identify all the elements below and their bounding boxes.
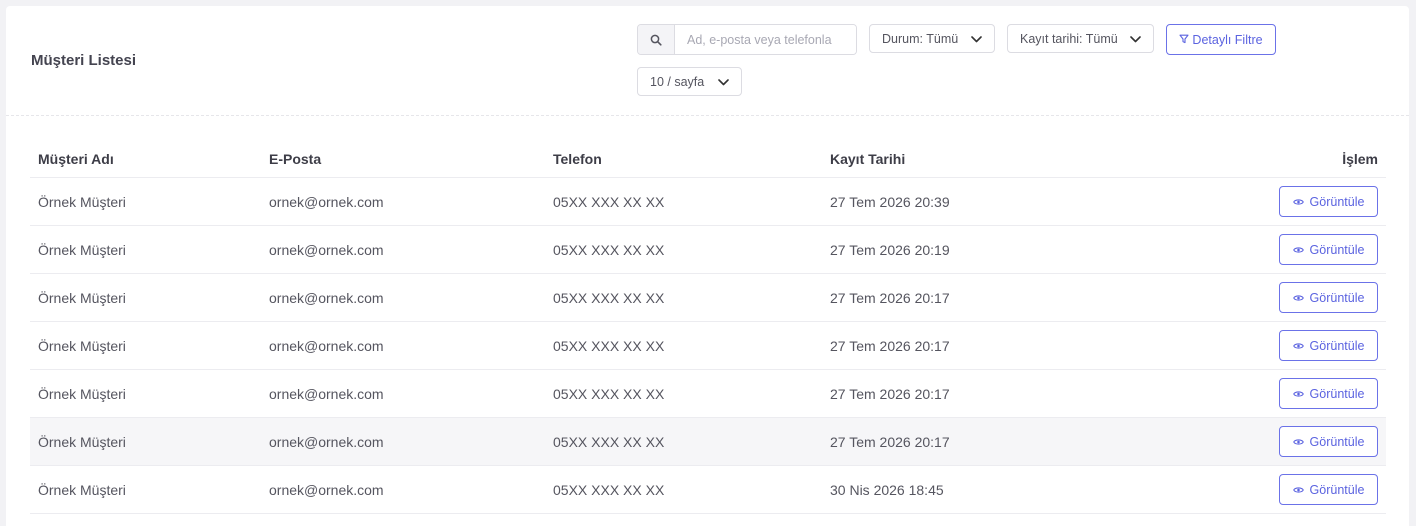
eye-icon [1292, 387, 1304, 401]
column-header-email: E-Posta [261, 140, 545, 178]
table-row: Örnek Müşteri ornek@ornek.com 05XX XXX XX … [30, 465, 1386, 514]
view-button-label: Görüntüle [1309, 242, 1365, 257]
status-filter-value: Durum: Tümü [882, 31, 959, 46]
customer-date-cell: 27 Tem 2026 20:39 [822, 177, 1138, 226]
date-filter-select[interactable]: Kayıt tarihi: Tümü [1007, 24, 1154, 53]
customer-list-card: Müşteri Listesi Durum: Tümü Kayıt tarihi… [6, 6, 1409, 526]
search-icon [638, 25, 675, 54]
eye-icon [1292, 243, 1304, 257]
customer-date-cell: 27 Tem 2026 20:17 [822, 273, 1138, 322]
search-box [637, 24, 857, 55]
customer-email-cell: ornek@ornek.com [261, 321, 545, 370]
action-cell: Görüntüle [1138, 417, 1386, 466]
column-header-name: Müşteri Adı [30, 140, 261, 178]
customer-name-cell: Örnek Müşteri [30, 177, 261, 226]
chevron-down-icon [718, 75, 729, 89]
customer-email-cell: ornek@ornek.com [261, 225, 545, 274]
date-filter-value: Kayıt tarihi: Tümü [1020, 31, 1118, 46]
detailed-filter-label: Detaylı Filtre [1192, 32, 1263, 47]
table-row: Örnek Müşteri ornek@ornek.com 05XX XXX XX … [30, 321, 1386, 370]
view-button[interactable]: Görüntüle [1279, 282, 1378, 313]
customer-phone-cell: 05XX XXX XX XX [545, 369, 822, 418]
column-header-phone: Telefon [545, 140, 822, 178]
view-button[interactable]: Görüntüle [1279, 234, 1378, 265]
customer-phone-cell: 05XX XXX XX XX [545, 321, 822, 370]
customer-phone-cell: 05XX XXX XX XX [545, 417, 822, 466]
page-size-value: 10 / sayfa [650, 74, 705, 89]
table-row: Örnek Müşteri ornek@ornek.com 05XX XXX XX … [30, 177, 1386, 226]
filter-icon [1179, 33, 1189, 47]
table-header-row: Müşteri Adı E-Posta Telefon Kayıt Tarihi… [30, 140, 1386, 178]
chevron-down-icon [1130, 32, 1141, 46]
chevron-down-icon [971, 32, 982, 46]
action-cell: Görüntüle [1138, 321, 1386, 370]
search-input[interactable] [675, 25, 856, 54]
table-row: Örnek Müşteri ornek@ornek.com 05XX XXX XX … [30, 273, 1386, 322]
view-button-label: Görüntüle [1309, 434, 1365, 449]
view-button-label: Görüntüle [1309, 290, 1365, 305]
customer-name-cell: Örnek Müşteri [30, 465, 261, 514]
customer-name-cell: Örnek Müşteri [30, 225, 261, 274]
column-header-date: Kayıt Tarihi [822, 140, 1138, 178]
eye-icon [1292, 435, 1304, 449]
view-button-label: Görüntüle [1309, 338, 1365, 353]
action-cell: Görüntüle [1138, 369, 1386, 418]
table-row: Örnek Müşteri ornek@ornek.com 05XX XXX XX … [30, 369, 1386, 418]
table-row: Örnek Müşteri ornek@ornek.com 05XX XXX XX … [30, 417, 1386, 466]
eye-icon [1292, 291, 1304, 305]
action-cell: Görüntüle [1138, 465, 1386, 514]
view-button-label: Görüntüle [1309, 482, 1365, 497]
customer-email-cell: ornek@ornek.com [261, 417, 545, 466]
customer-date-cell: 27 Tem 2026 20:17 [822, 417, 1138, 466]
table-row: Örnek Müşteri ornek@ornek.com 05XX XXX XX … [30, 225, 1386, 274]
customer-phone-cell: 05XX XXX XX XX [545, 273, 822, 322]
view-button[interactable]: Görüntüle [1279, 378, 1378, 409]
customer-name-cell: Örnek Müşteri [30, 369, 261, 418]
action-cell: Görüntüle [1138, 225, 1386, 274]
customer-name-cell: Örnek Müşteri [30, 321, 261, 370]
customer-name-cell: Örnek Müşteri [30, 417, 261, 466]
action-cell: Görüntüle [1138, 273, 1386, 322]
customer-name-cell: Örnek Müşteri [30, 273, 261, 322]
eye-icon [1292, 483, 1304, 497]
page-size-select[interactable]: 10 / sayfa [637, 67, 742, 96]
customer-email-cell: ornek@ornek.com [261, 273, 545, 322]
view-button[interactable]: Görüntüle [1279, 426, 1378, 457]
customer-date-cell: 27 Tem 2026 20:17 [822, 369, 1138, 418]
page-title: Müşteri Listesi [31, 52, 137, 69]
customer-date-cell: 30 Nis 2026 18:45 [822, 465, 1138, 514]
eye-icon [1292, 195, 1304, 209]
customer-phone-cell: 05XX XXX XX XX [545, 177, 822, 226]
column-header-action: İşlem [1138, 140, 1386, 178]
customer-table: Müşteri Adı E-Posta Telefon Kayıt Tarihi… [30, 140, 1386, 514]
view-button[interactable]: Görüntüle [1279, 330, 1378, 361]
eye-icon [1292, 339, 1304, 353]
customer-phone-cell: 05XX XXX XX XX [545, 465, 822, 514]
detailed-filter-button[interactable]: Detaylı Filtre [1166, 24, 1276, 55]
view-button[interactable]: Görüntüle [1279, 186, 1378, 217]
customer-date-cell: 27 Tem 2026 20:17 [822, 321, 1138, 370]
customer-email-cell: ornek@ornek.com [261, 465, 545, 514]
view-button-label: Görüntüle [1309, 194, 1365, 209]
customer-email-cell: ornek@ornek.com [261, 369, 545, 418]
view-button[interactable]: Görüntüle [1279, 474, 1378, 505]
card-header: Müşteri Listesi Durum: Tümü Kayıt tarihi… [6, 6, 1409, 116]
action-cell: Görüntüle [1138, 177, 1386, 226]
customer-email-cell: ornek@ornek.com [261, 177, 545, 226]
customer-date-cell: 27 Tem 2026 20:19 [822, 225, 1138, 274]
customer-phone-cell: 05XX XXX XX XX [545, 225, 822, 274]
status-filter-select[interactable]: Durum: Tümü [869, 24, 995, 53]
view-button-label: Görüntüle [1309, 386, 1365, 401]
